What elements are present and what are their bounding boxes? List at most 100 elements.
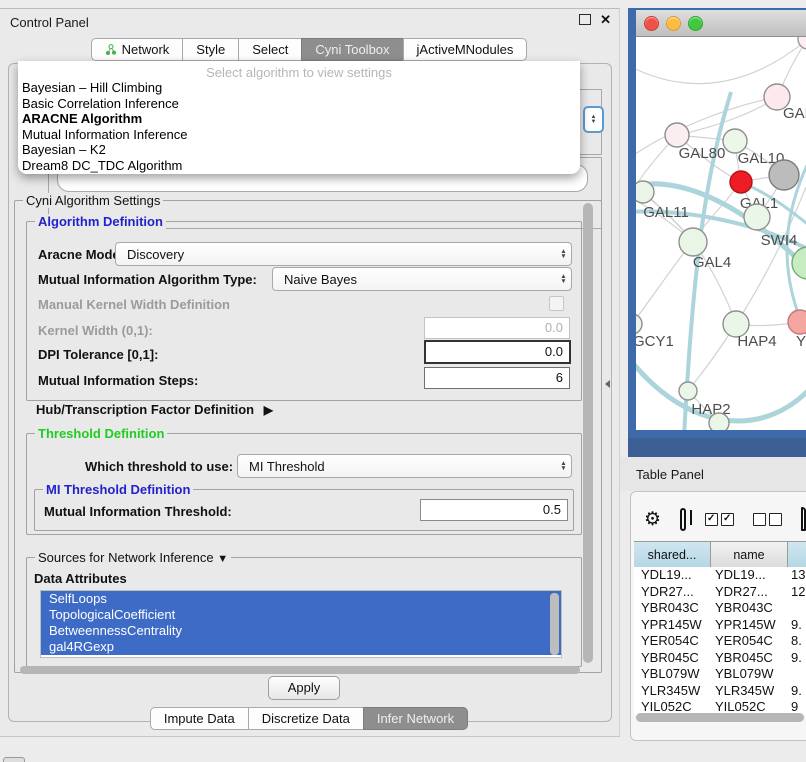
network-node[interactable] <box>679 382 697 400</box>
algorithm-definition-title: Algorithm Definition <box>35 214 166 229</box>
control-panel: Control Panel ✕ NetworkStyleSelectCyni T… <box>0 8 620 737</box>
table-row[interactable]: YBR045CYBR045C9. <box>634 650 806 667</box>
attribute-item-selected[interactable]: gal4RGexp <box>41 639 561 655</box>
manual-kernel-label: Manual Kernel Width Definition <box>38 297 230 312</box>
checked-pair-icon[interactable]: ✓✓ <box>705 513 734 526</box>
algorithm-option[interactable]: Basic Correlation Inference <box>18 96 580 112</box>
mi-type-select[interactable]: Naive Bayes ▲▼ <box>272 267 572 291</box>
apply-button[interactable]: Apply <box>268 676 340 700</box>
network-graph: GALGAL80GAL10GAL1GAL11SWI4GAL4GCY1HAP4YH… <box>636 37 806 430</box>
which-threshold-select[interactable]: MI Threshold ▲▼ <box>237 454 572 478</box>
table-cell: YER054C <box>634 633 711 650</box>
tab-network[interactable]: Network <box>91 38 184 61</box>
mi-threshold-field[interactable]: 0.5 <box>420 499 568 521</box>
algorithm-option[interactable]: Mutual Information Inference <box>18 127 580 143</box>
table-toolbar: ⚙ ✓✓ <box>636 503 806 535</box>
algorithm-popup-items: Bayesian – Hill ClimbingBasic Correlatio… <box>18 80 580 173</box>
stepper-arrows-icon: ▲▼ <box>556 461 571 471</box>
kernel-width-field[interactable]: 0.0 <box>424 317 570 339</box>
control-panel-tabs: NetworkStyleSelectCyni ToolboxjActiveMNo… <box>0 38 619 61</box>
document-icon[interactable] <box>801 507 806 531</box>
table-row[interactable]: YDR27...YDR27...12 <box>634 584 806 601</box>
network-node-label: Y <box>796 333 806 350</box>
tab-infer-network[interactable]: Infer Network <box>363 707 468 730</box>
table-row[interactable]: YLR345WYLR345W9. <box>634 683 806 700</box>
table-row[interactable]: YDL19...YDL19...13 <box>634 567 806 584</box>
table-horizontal-scrollbar[interactable] <box>636 713 804 722</box>
data-attributes-list[interactable]: SelfLoopsTopologicalCoefficientBetweenne… <box>40 590 562 658</box>
tab-discretize-data[interactable]: Discretize Data <box>248 707 364 730</box>
close-panel-icon[interactable]: ✕ <box>600 13 611 26</box>
float-panel-icon[interactable] <box>579 14 591 25</box>
table-cell: YBR045C <box>634 650 711 667</box>
hub-definition-label[interactable]: Hub/Transcription Factor Definition ▶ <box>36 402 273 417</box>
network-node[interactable] <box>709 413 729 430</box>
network-node[interactable] <box>665 123 689 147</box>
minimized-panel-icon[interactable] <box>3 757 25 762</box>
table-row[interactable]: YPR145WYPR145W9. <box>634 617 806 634</box>
gear-icon[interactable]: ⚙ <box>644 508 661 531</box>
column-header[interactable]: name <box>711 542 788 567</box>
table-row[interactable]: YBL079WYBL079W <box>634 666 806 683</box>
network-node[interactable] <box>679 228 707 256</box>
settings-vertical-scrollbar[interactable] <box>583 203 593 663</box>
algorithm-option[interactable]: Dream8 DC_TDC Algorithm <box>18 158 580 174</box>
tab-select[interactable]: Select <box>238 38 302 61</box>
tab-style[interactable]: Style <box>182 38 239 61</box>
table-cell: YBR045C <box>711 650 788 667</box>
network-node[interactable] <box>788 310 806 334</box>
network-view-titlebar[interactable] <box>636 10 806 37</box>
collapse-down-icon[interactable]: ▼ <box>217 553 228 565</box>
attribute-item-selected[interactable]: BetweennessCentrality <box>41 623 561 639</box>
algorithm-option[interactable]: Bayesian – K2 <box>18 142 580 158</box>
table-row[interactable]: YER054CYER054C8. <box>634 633 806 650</box>
settings-horizontal-scrollbar[interactable] <box>20 666 580 674</box>
network-node[interactable] <box>730 171 752 193</box>
network-node[interactable] <box>792 247 806 279</box>
stepper-arrows-icon: ▲▼ <box>556 249 571 259</box>
table-rows: YDL19...YDL19...13YDR27...YDR27...12YBR0… <box>634 567 806 716</box>
network-node-label: GAL <box>783 105 806 122</box>
column-header[interactable] <box>788 542 806 567</box>
columns-icon[interactable] <box>680 508 686 531</box>
dpi-tolerance-field[interactable]: 0.0 <box>424 340 571 364</box>
expand-right-icon[interactable]: ▶ <box>264 403 273 417</box>
network-node[interactable] <box>798 37 806 49</box>
attribute-item-selected[interactable]: TopologicalCoefficient <box>41 607 561 623</box>
algorithm-combo-stepper[interactable]: ▲▼ <box>583 106 604 133</box>
split-pane-arrow-icon[interactable] <box>605 380 610 388</box>
network-node-label: GAL11 <box>643 204 689 221</box>
mi-steps-field[interactable]: 6 <box>424 367 570 389</box>
table-panel-bar: Table Panel <box>620 457 806 491</box>
table-cell: YDL19... <box>634 567 711 584</box>
aracne-mode-select[interactable]: Discovery ▲▼ <box>115 242 572 266</box>
threshold-definition-title: Threshold Definition <box>35 426 167 441</box>
algorithm-option[interactable]: Bayesian – Hill Climbing <box>18 80 580 96</box>
tab-cyni-toolbox[interactable]: Cyni Toolbox <box>301 38 403 61</box>
minimize-yellow-icon[interactable] <box>666 16 681 31</box>
close-red-icon[interactable] <box>644 16 659 31</box>
cyni-algorithm-settings-title: Cyni Algorithm Settings <box>23 193 163 208</box>
network-node[interactable] <box>744 204 770 230</box>
network-node[interactable] <box>769 160 799 190</box>
network-node-label: HAP4 <box>737 333 776 350</box>
table-cell: YER054C <box>711 633 788 650</box>
network-canvas[interactable]: GALGAL80GAL10GAL1GAL11SWI4GAL4GCY1HAP4YH… <box>636 37 806 430</box>
tab-impute-data[interactable]: Impute Data <box>150 707 249 730</box>
column-header[interactable]: shared... <box>634 542 711 567</box>
table-row[interactable]: YBR043CYBR043C <box>634 600 806 617</box>
kernel-width-label: Kernel Width (0,1): <box>38 323 153 338</box>
mi-threshold-group-title: MI Threshold Definition <box>43 482 193 497</box>
table-cell: 9. <box>788 683 806 700</box>
unchecked-pair-icon[interactable] <box>753 513 782 526</box>
cyni-bottom-tabs: Impute DataDiscretize DataInfer Network <box>0 707 619 730</box>
attribute-item-selected[interactable]: SelfLoops <box>41 591 561 607</box>
manual-kernel-checkbox[interactable] <box>549 296 564 311</box>
table-cell: YDR27... <box>634 584 711 601</box>
zoom-green-icon[interactable] <box>688 16 703 31</box>
network-node[interactable] <box>636 314 642 334</box>
network-node[interactable] <box>636 181 654 203</box>
tab-jactivemnodules[interactable]: jActiveMNodules <box>403 38 528 61</box>
list-scrollbar[interactable] <box>550 593 559 655</box>
algorithm-option[interactable]: ARACNE Algorithm <box>18 111 580 127</box>
